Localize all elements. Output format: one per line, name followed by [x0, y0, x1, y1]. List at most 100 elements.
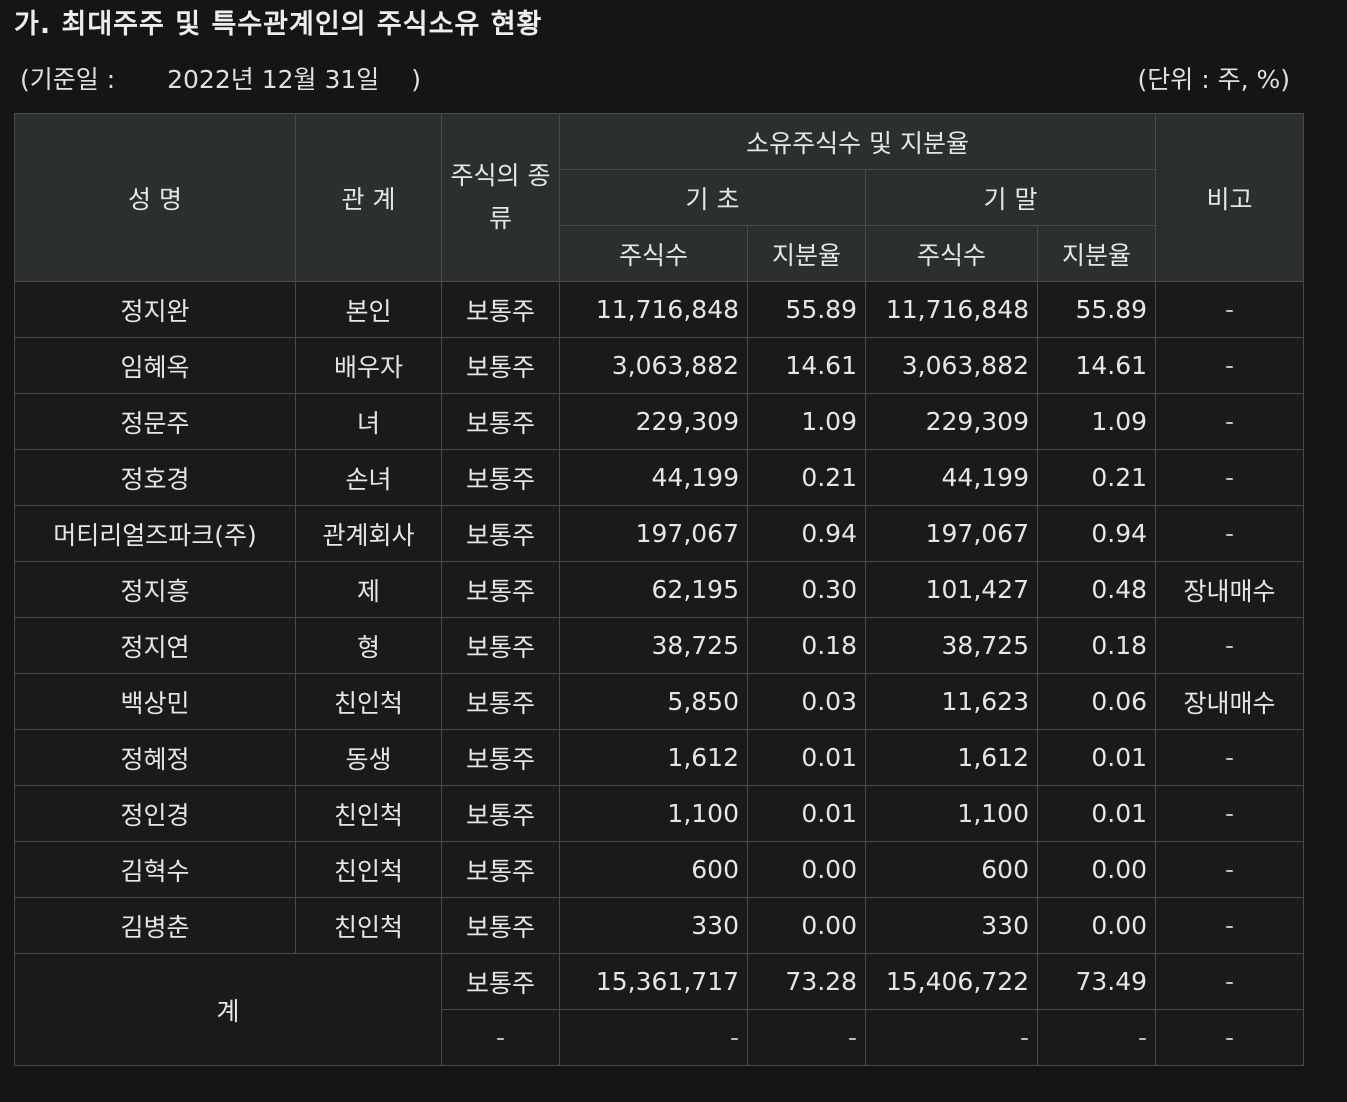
cell-begin-ratio: 55.89	[747, 281, 866, 338]
cell-end-shares: 11,716,848	[865, 281, 1038, 338]
cell-type: 보통주	[441, 729, 560, 786]
table-row: 머티리얼즈파크(주) 관계회사 보통주 197,067 0.94 197,067 0.94-	[14, 505, 1305, 562]
cell-end-ratio: -	[1036, 1009, 1157, 1066]
cell-name: 정지완	[14, 281, 296, 338]
cell-end-shares: 197,067	[865, 505, 1038, 562]
shareholder-table: 성 명 관 계 주식의 종류 소유주식수 및 지분율 비고 기 초 기 말 주식…	[14, 113, 1305, 1066]
cell-begin-ratio: 0.21	[747, 449, 866, 506]
cell-begin-ratio: 0.01	[747, 785, 866, 842]
header-begin-shares: 주식수	[559, 225, 748, 282]
cell-end-ratio: 1.09	[1036, 393, 1157, 450]
cell-end-shares: 38,725	[865, 617, 1038, 674]
table-row: 임혜옥 배우자 보통주 3,063,882 14.61 3,063,882 14.61-	[14, 337, 1305, 394]
cell-note: -	[1155, 393, 1305, 450]
cell-begin-shares: 600	[559, 841, 748, 898]
cell-end-ratio: 0.00	[1036, 897, 1157, 954]
cell-begin-ratio: 14.61	[747, 337, 866, 394]
cell-name: 정혜정	[14, 729, 296, 786]
table-row: 김혁수 친인척 보통주 600 0.00 600 0.00-	[14, 841, 1305, 898]
header-note: 비고	[1155, 113, 1305, 282]
base-date-close: )	[411, 65, 422, 94]
cell-begin-shares: 44,199	[559, 449, 748, 506]
header-relation: 관 계	[295, 113, 442, 282]
cell-type: 보통주	[441, 281, 560, 338]
cell-relation: 손녀	[295, 449, 442, 506]
cell-begin-shares: 38,725	[559, 617, 748, 674]
cell-end-ratio: 0.94	[1036, 505, 1157, 562]
header-name: 성 명	[14, 113, 296, 282]
table-row: 백상민 친인척 보통주 5,850 0.03 11,623 0.06 장내매수	[14, 673, 1305, 730]
cell-type: 보통주	[441, 505, 560, 562]
cell-end-ratio: 55.89	[1036, 281, 1157, 338]
cell-begin-ratio: 0.30	[747, 561, 866, 618]
cell-relation: 친인척	[295, 785, 442, 842]
cell-begin-shares: 11,716,848	[559, 281, 748, 338]
cell-type: 보통주	[441, 785, 560, 842]
cell-note: -	[1155, 897, 1305, 954]
cell-relation: 배우자	[295, 337, 442, 394]
cell-begin-shares: 229,309	[559, 393, 748, 450]
cell-name: 정호경	[14, 449, 296, 506]
cell-end-shares: 44,199	[865, 449, 1038, 506]
header-end-ratio: 지분율	[1036, 225, 1157, 282]
cell-relation: 녀	[295, 393, 442, 450]
base-date-value: 2022년 12월 31일	[167, 65, 380, 94]
base-date: (기준일 : 2022년 12월 31일)	[20, 60, 421, 96]
cell-end-shares: 229,309	[865, 393, 1038, 450]
cell-note: -	[1155, 281, 1305, 338]
cell-note: -	[1155, 337, 1305, 394]
cell-note: -	[1155, 785, 1305, 842]
cell-end-ratio: 0.48	[1036, 561, 1157, 618]
cell-relation: 본인	[295, 281, 442, 338]
cell-end-shares: 1,612	[865, 729, 1038, 786]
cell-begin-shares: 3,063,882	[559, 337, 748, 394]
cell-begin-shares: 1,100	[559, 785, 748, 842]
cell-begin-ratio: 0.01	[747, 729, 866, 786]
cell-name: 백상민	[14, 673, 296, 730]
cell-begin-shares: 1,612	[559, 729, 748, 786]
cell-begin-ratio: 1.09	[747, 393, 866, 450]
cell-relation: 형	[295, 617, 442, 674]
cell-end-shares: 600	[865, 841, 1038, 898]
cell-begin-ratio: 0.00	[747, 897, 866, 954]
cell-begin-ratio: 0.18	[747, 617, 866, 674]
cell-type: 보통주	[441, 841, 560, 898]
section-title: 가. 최대주주 및 특수관계인의 주식소유 현황	[14, 9, 543, 40]
cell-note: 장내매수	[1155, 561, 1305, 618]
header-begin: 기 초	[559, 169, 866, 226]
cell-end-ratio: 0.01	[1036, 785, 1157, 842]
table-row: 정호경 손녀 보통주 44,199 0.21 44,199 0.21-	[14, 449, 1305, 506]
cell-end-ratio: 0.06	[1036, 673, 1157, 730]
total-label: 계	[14, 953, 442, 1066]
cell-note: -	[1155, 617, 1305, 674]
cell-note: -	[1155, 953, 1305, 1010]
base-date-open: (기준일 :	[20, 65, 116, 94]
cell-name: 김병춘	[14, 897, 296, 954]
cell-type: 보통주	[441, 953, 560, 1010]
cell-end-ratio: 0.21	[1036, 449, 1157, 506]
table-row: 김병춘 친인척 보통주 330 0.00 330 0.00-	[14, 897, 1305, 954]
total-row-common: 계 보통주 15,361,717 73.28 15,406,722 73.49 …	[14, 953, 1305, 1066]
cell-name: 머티리얼즈파크(주)	[14, 505, 296, 562]
cell-note: 장내매수	[1155, 673, 1305, 730]
cell-relation: 동생	[295, 729, 442, 786]
cell-type: 보통주	[441, 617, 560, 674]
table-row: 정인경 친인척 보통주 1,100 0.01 1,100 0.01-	[14, 785, 1305, 842]
cell-end-ratio: 0.00	[1036, 841, 1157, 898]
cell-name: 정인경	[14, 785, 296, 842]
cell-end-shares: -	[865, 1009, 1038, 1066]
cell-end-ratio: 0.18	[1036, 617, 1157, 674]
cell-begin-ratio: 73.28	[747, 953, 866, 1010]
cell-begin-ratio: -	[747, 1009, 866, 1066]
cell-relation: 친인척	[295, 673, 442, 730]
cell-type: 보통주	[441, 449, 560, 506]
table-row: 정지흥 제 보통주 62,195 0.30 101,427 0.48 장내매수	[14, 561, 1305, 618]
cell-type: 보통주	[441, 561, 560, 618]
cell-relation: 제	[295, 561, 442, 618]
cell-end-shares: 330	[865, 897, 1038, 954]
cell-type: 보통주	[441, 897, 560, 954]
cell-note: -	[1155, 729, 1305, 786]
unit-label: (단위 : 주, %)	[1137, 65, 1290, 94]
cell-name: 임혜옥	[14, 337, 296, 394]
cell-begin-shares: 330	[559, 897, 748, 954]
